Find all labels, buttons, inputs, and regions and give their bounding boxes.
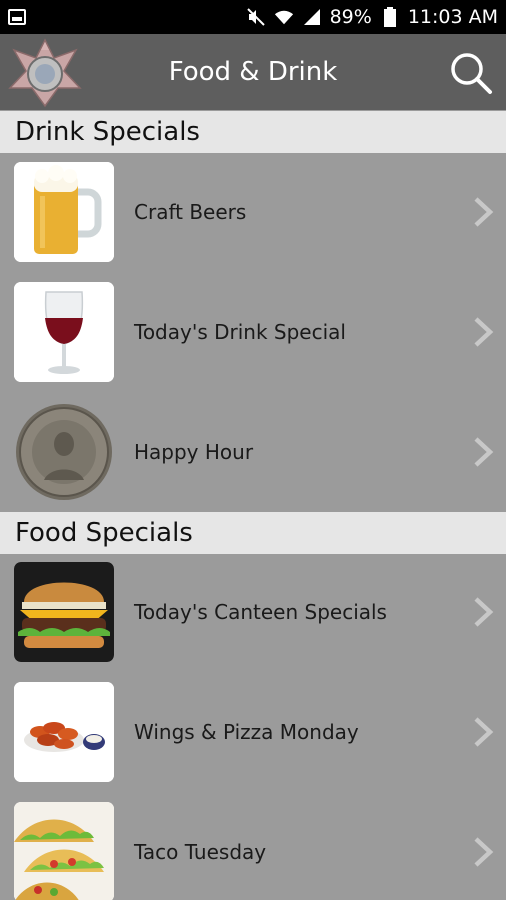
clock: 11:03 AM <box>407 6 498 28</box>
image-notification-icon <box>8 9 26 25</box>
wine-glass-icon <box>14 282 114 382</box>
chevron-right-icon <box>474 597 494 627</box>
tacos-icon <box>14 802 114 900</box>
wings-icon <box>14 682 114 782</box>
list-item-label: Taco Tuesday <box>134 840 267 864</box>
signal-icon <box>302 7 322 27</box>
chevron-right-icon <box>474 437 494 467</box>
list-item-label: Today's Canteen Specials <box>134 600 387 624</box>
mute-icon <box>246 7 266 27</box>
list-item-label: Craft Beers <box>134 200 247 224</box>
list-item-label: Today's Drink Special <box>134 320 346 344</box>
app-bar: Food & Drink <box>0 34 506 110</box>
burger-icon <box>14 562 114 662</box>
chevron-right-icon <box>474 837 494 867</box>
page-title: Food & Drink <box>168 57 338 87</box>
list-item-todays-canteen-specials[interactable]: Today's Canteen Specials <box>0 552 506 672</box>
list-item-happy-hour[interactable]: Happy Hour <box>0 392 506 512</box>
search-icon[interactable] <box>448 50 494 96</box>
chevron-right-icon <box>474 717 494 747</box>
section-header-drink-specials: Drink Specials <box>0 111 506 153</box>
list-item-label: Happy Hour <box>134 440 254 464</box>
list-item-wings-pizza-monday[interactable]: Wings & Pizza Monday <box>0 672 506 792</box>
section-header-food-specials: Food Specials <box>0 512 506 554</box>
chevron-right-icon <box>474 197 494 227</box>
status-bar: 89% 11:03 AM <box>0 0 506 34</box>
battery-percent: 89% <box>329 6 372 28</box>
chevron-right-icon <box>474 317 494 347</box>
list-item-craft-beers[interactable]: Craft Beers <box>0 152 506 272</box>
list-item-label: Wings & Pizza Monday <box>134 720 359 744</box>
beer-mug-icon <box>14 162 114 262</box>
list-item-taco-tuesday[interactable]: Taco Tuesday <box>0 792 506 900</box>
battery-icon <box>380 7 400 27</box>
list-item-todays-drink-special[interactable]: Today's Drink Special <box>0 272 506 392</box>
coin-icon <box>14 402 114 502</box>
wifi-icon <box>274 7 294 27</box>
